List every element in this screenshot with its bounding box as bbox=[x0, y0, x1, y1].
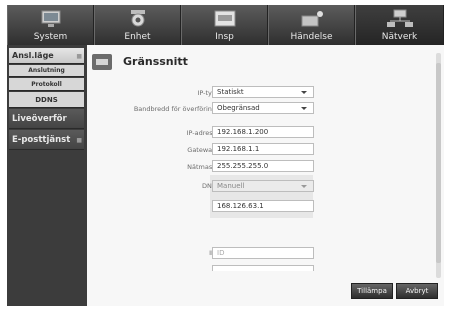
cancel-button[interactable]: Avbryt bbox=[396, 283, 438, 299]
page-title: Gränssnitt bbox=[123, 55, 188, 68]
ip-address-input[interactable]: 192.168.1.200 bbox=[212, 126, 314, 138]
scrollbar[interactable] bbox=[436, 53, 441, 278]
apply-button[interactable]: Tillämpa bbox=[351, 283, 393, 299]
bandwidth-label: Bandbredd för överföring bbox=[133, 105, 216, 113]
expand-marker-icon: ■ bbox=[76, 53, 82, 60]
ip-type-select[interactable]: Statiskt bbox=[212, 86, 314, 98]
expand-marker-icon: ■ bbox=[76, 137, 82, 144]
sidebar: Ansl.läge ■ Anslutning Protokoll DDNS Li… bbox=[7, 45, 87, 306]
tab-label: System bbox=[33, 32, 68, 42]
chevron-down-icon bbox=[301, 91, 307, 94]
tab-handelse[interactable]: Händelse bbox=[268, 5, 355, 45]
ip-type-value: Statiskt bbox=[217, 88, 244, 96]
monitor-icon bbox=[41, 10, 60, 27]
sidebar-item-label: Anslutning bbox=[28, 67, 65, 74]
bandwidth-value: Obegränsad bbox=[217, 104, 260, 112]
scrollbar-thumb[interactable] bbox=[436, 63, 441, 263]
dns-mode-value: Manuell bbox=[217, 182, 245, 190]
interface-icon bbox=[92, 54, 112, 70]
event-icon bbox=[301, 11, 323, 27]
tab-label: Händelse bbox=[290, 32, 333, 42]
id-placeholder: ID bbox=[217, 249, 225, 257]
tab-natverk[interactable]: Nätverk bbox=[355, 5, 444, 45]
sidebar-item-label: Protokoll bbox=[31, 81, 62, 88]
top-navigation: System Enhet Insp Händelse Nätverk bbox=[7, 5, 444, 45]
tab-label: Enhet bbox=[124, 32, 151, 42]
sidebar-item-ansl-lage[interactable]: Ansl.läge ■ bbox=[9, 48, 84, 64]
netmask-input[interactable]: 255.255.255.0 bbox=[212, 160, 314, 172]
sidebar-item-label: Liveöverför bbox=[12, 114, 67, 124]
sidebar-item-anslutning[interactable]: Anslutning bbox=[9, 65, 84, 77]
dns-input[interactable]: 168.126.63.1 bbox=[212, 200, 314, 212]
sidebar-item-label: Ansl.läge bbox=[12, 51, 54, 60]
tab-label: Insp bbox=[215, 32, 234, 42]
tab-system[interactable]: System bbox=[7, 5, 94, 45]
content-panel: Gränssnitt IP-typ Statiskt Bandbredd för… bbox=[87, 45, 444, 306]
app-window: System Enhet Insp Händelse Nätverk Ansl.… bbox=[7, 5, 444, 306]
sidebar-item-e-posttjanst[interactable]: E-posttjänst ■ bbox=[9, 130, 84, 150]
sidebar-item-ddns[interactable]: DDNS bbox=[9, 92, 84, 108]
id-input[interactable]: ID bbox=[212, 247, 314, 259]
dns-mode-select[interactable]: Manuell bbox=[212, 180, 314, 192]
password-input[interactable] bbox=[212, 265, 314, 271]
recording-icon bbox=[214, 10, 235, 27]
chevron-down-icon bbox=[301, 107, 307, 110]
gateway-input[interactable]: 192.168.1.1 bbox=[212, 143, 314, 155]
chevron-down-icon bbox=[301, 185, 307, 188]
sidebar-item-protokoll[interactable]: Protokoll bbox=[9, 78, 84, 91]
sidebar-item-label: E-posttjänst bbox=[12, 135, 71, 145]
tab-enhet[interactable]: Enhet bbox=[94, 5, 181, 45]
sidebar-item-liveoverfor[interactable]: Liveöverför bbox=[9, 109, 84, 129]
tab-insp[interactable]: Insp bbox=[181, 5, 268, 45]
bandwidth-select[interactable]: Obegränsad bbox=[212, 102, 314, 114]
tab-label: Nätverk bbox=[381, 32, 418, 42]
camera-icon bbox=[130, 10, 145, 27]
network-icon bbox=[386, 9, 413, 27]
sidebar-item-label: DDNS bbox=[35, 96, 58, 104]
